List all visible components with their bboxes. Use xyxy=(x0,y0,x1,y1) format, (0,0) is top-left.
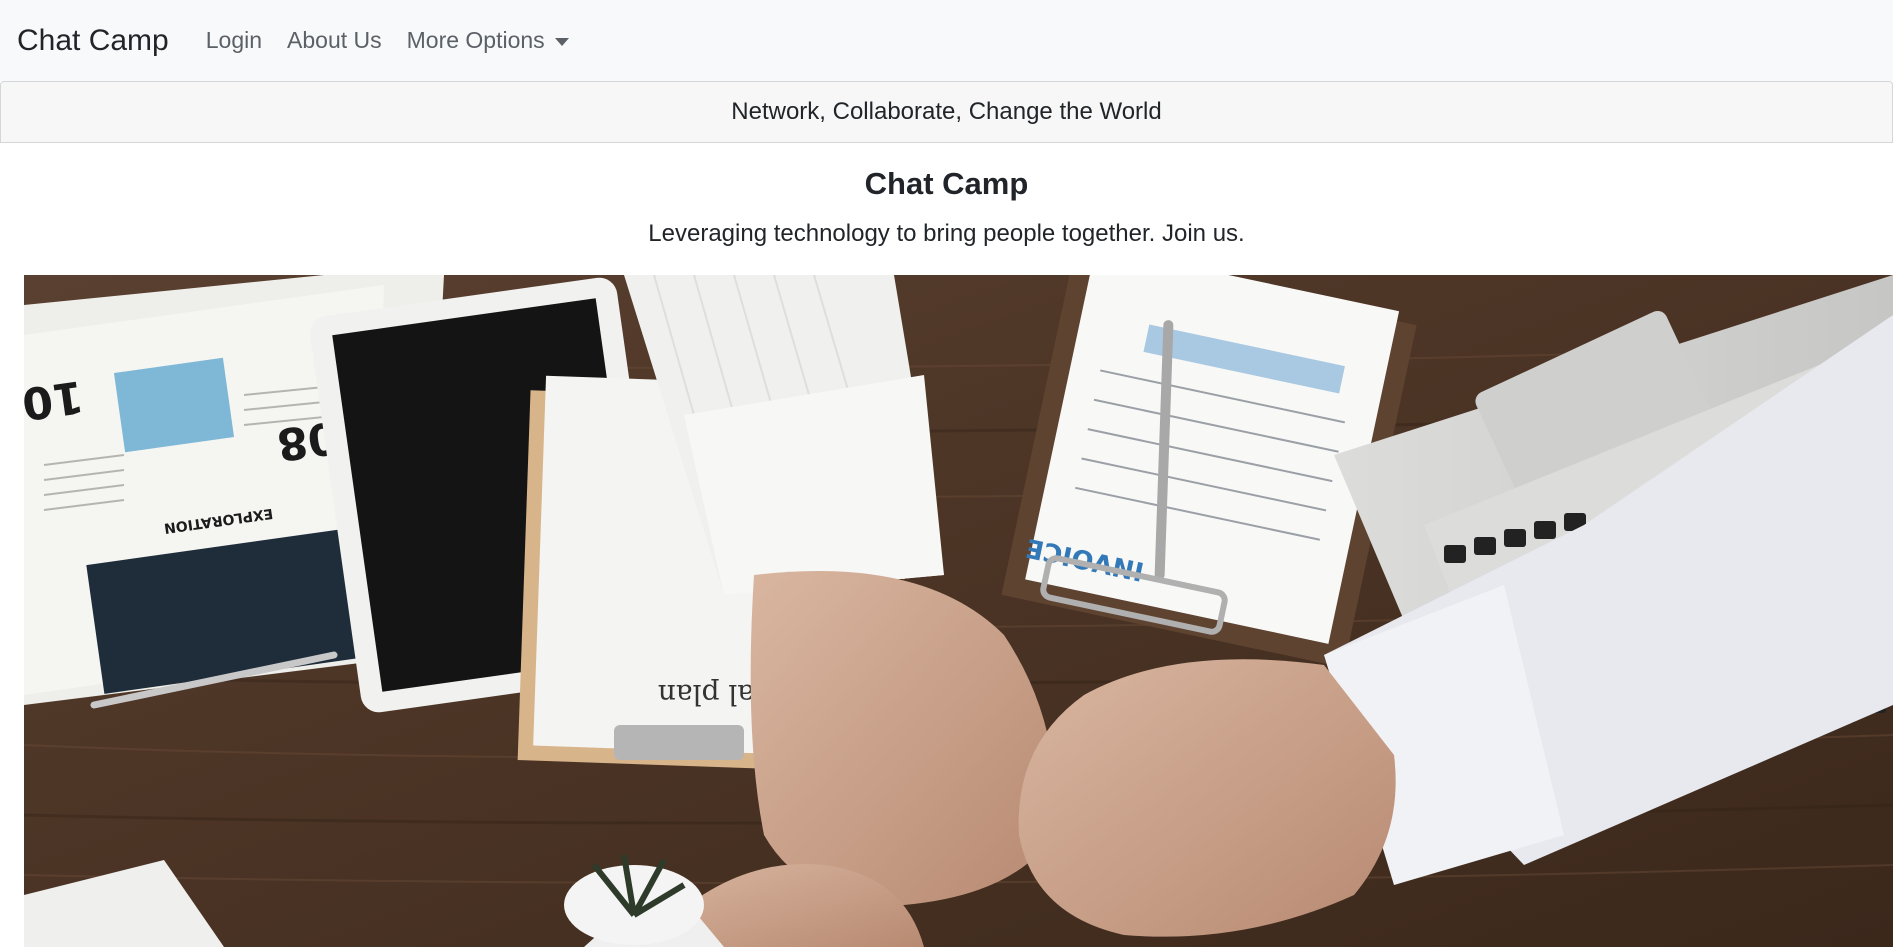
nav-dropdown-more-options[interactable]: More Options xyxy=(407,29,569,52)
nav-link-about-us[interactable]: About Us xyxy=(287,29,382,52)
brand-link[interactable]: Chat Camp xyxy=(17,25,169,56)
hero-title: Chat Camp xyxy=(864,166,1029,201)
nav-link-login[interactable]: Login xyxy=(206,29,262,52)
svg-text:10: 10 xyxy=(24,370,86,429)
caret-down-icon xyxy=(554,38,569,46)
nav-dropdown-label: More Options xyxy=(406,27,545,53)
svg-text:al plan: al plan xyxy=(658,678,754,711)
top-navbar: Chat Camp Login About Us More Options xyxy=(0,0,1893,81)
hero-image-fist-bump: 10 08 EXPLORATION al plan INVOICE xyxy=(24,275,1893,947)
tagline-text: Network, Collaborate, Change the World xyxy=(731,98,1162,125)
hero-subtitle: Leveraging technology to bring people to… xyxy=(648,220,1245,247)
tagline-banner: Network, Collaborate, Change the World xyxy=(0,81,1893,143)
